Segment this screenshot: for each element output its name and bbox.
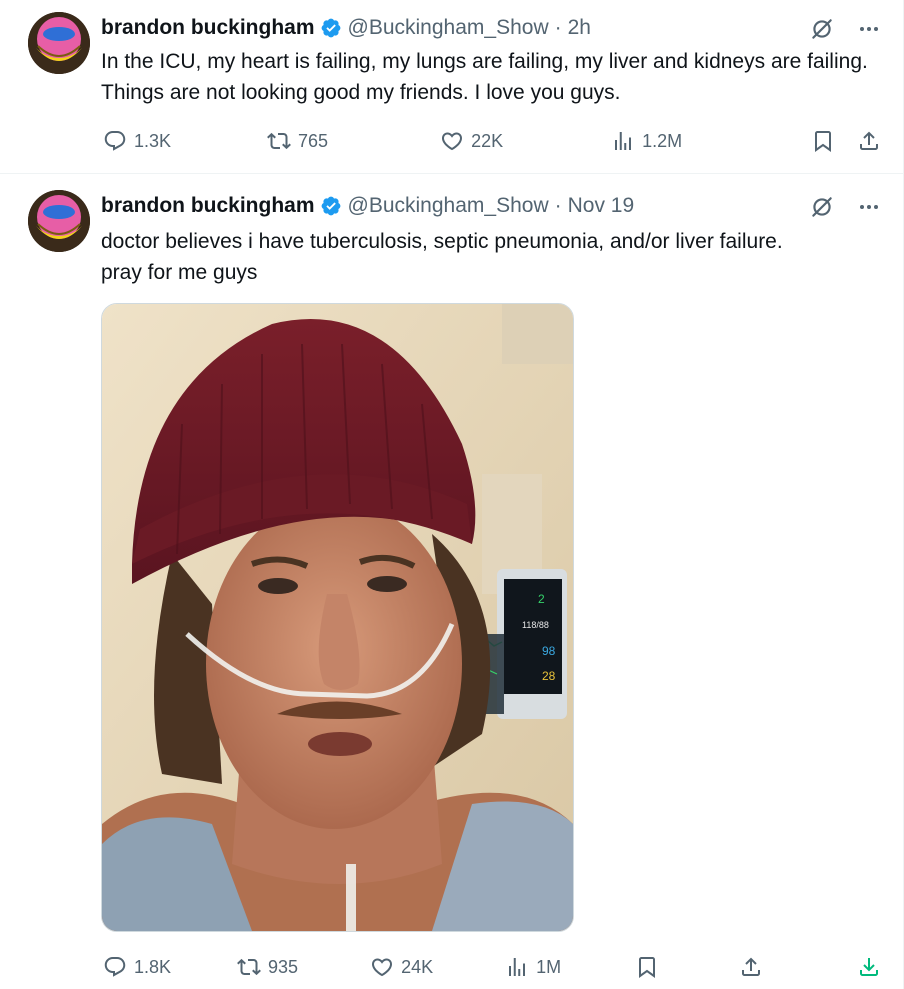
more-icon[interactable] <box>857 17 881 41</box>
display-name[interactable]: brandon buckingham <box>101 16 315 40</box>
action-bar: 1.3K 765 22K 1.2M <box>101 126 881 156</box>
bookmark-icon[interactable] <box>635 955 659 979</box>
tweet-2[interactable]: brandon buckingham @Buckingham_Show · No… <box>0 174 904 989</box>
reply-icon <box>104 957 126 977</box>
download-icon[interactable] <box>857 955 881 979</box>
repost-button[interactable]: 765 <box>267 129 328 153</box>
handle[interactable]: @Buckingham_Show <box>348 16 549 40</box>
tweet-text: In the ICU, my heart is failing, my lung… <box>101 50 868 104</box>
separator-dot: · <box>554 194 562 217</box>
reply-icon <box>104 131 126 151</box>
handle[interactable]: @Buckingham_Show <box>348 194 549 218</box>
share-icon[interactable] <box>739 955 763 979</box>
grok-icon[interactable] <box>809 16 835 42</box>
tweet-text: doctor believes i have tuberculosis, sep… <box>101 226 881 288</box>
monitor-bp: 118/88 <box>522 620 549 630</box>
share-icon[interactable] <box>857 129 881 153</box>
display-name[interactable]: brandon buckingham <box>101 194 315 218</box>
repost-count: 765 <box>298 130 329 151</box>
action-bar: 1.8K 935 24K 1M <box>101 952 881 982</box>
bookmark-icon[interactable] <box>811 129 835 153</box>
grok-icon[interactable] <box>809 194 835 220</box>
reply-count: 1.8K <box>134 956 172 977</box>
heart-icon <box>372 958 393 977</box>
reply-button[interactable]: 1.3K <box>103 129 171 153</box>
reply-button[interactable]: 1.8K <box>103 955 171 979</box>
like-button[interactable]: 24K <box>370 955 433 979</box>
heart-icon <box>442 132 463 151</box>
views-count: 1.2M <box>642 130 683 151</box>
verified-badge-icon <box>321 18 340 38</box>
views-icon <box>509 958 526 976</box>
avatar[interactable] <box>28 190 90 252</box>
views-button[interactable]: 1M <box>505 955 561 979</box>
repost-count: 935 <box>268 956 299 977</box>
repost-icon <box>237 958 261 976</box>
like-count: 22K <box>471 130 504 151</box>
more-icon[interactable] <box>857 195 881 219</box>
repost-button[interactable]: 935 <box>237 955 298 979</box>
tweet-header: brandon buckingham @Buckingham_Show · No… <box>101 192 634 220</box>
reply-count: 1.3K <box>134 130 172 151</box>
like-count: 24K <box>401 956 434 977</box>
monitor-rr: 28 <box>542 669 556 683</box>
selfie-image: 2 118/88 98 28 <box>102 304 573 931</box>
tweet-text-line: doctor believes i have tuberculosis, sep… <box>101 230 783 253</box>
tweet-photo[interactable]: 2 118/88 98 28 <box>101 303 574 932</box>
tweet-1[interactable]: brandon buckingham @Buckingham_Show · 2h… <box>0 0 904 174</box>
timestamp[interactable]: Nov 19 <box>568 194 635 218</box>
monitor-spo2: 98 <box>542 644 556 658</box>
tweet-text-line: pray for me guys <box>101 261 258 284</box>
timestamp[interactable]: 2h <box>568 16 591 40</box>
verified-badge-icon <box>321 196 340 216</box>
tweet-header: brandon buckingham @Buckingham_Show · 2h <box>101 14 591 42</box>
avatar[interactable] <box>28 12 90 74</box>
monitor-hr: 2 <box>538 592 545 606</box>
views-button[interactable]: 1.2M <box>611 129 682 153</box>
like-button[interactable]: 22K <box>440 129 503 153</box>
separator-dot: · <box>554 16 562 39</box>
views-icon <box>615 132 632 150</box>
views-count: 1M <box>536 956 562 977</box>
repost-icon <box>267 132 291 150</box>
